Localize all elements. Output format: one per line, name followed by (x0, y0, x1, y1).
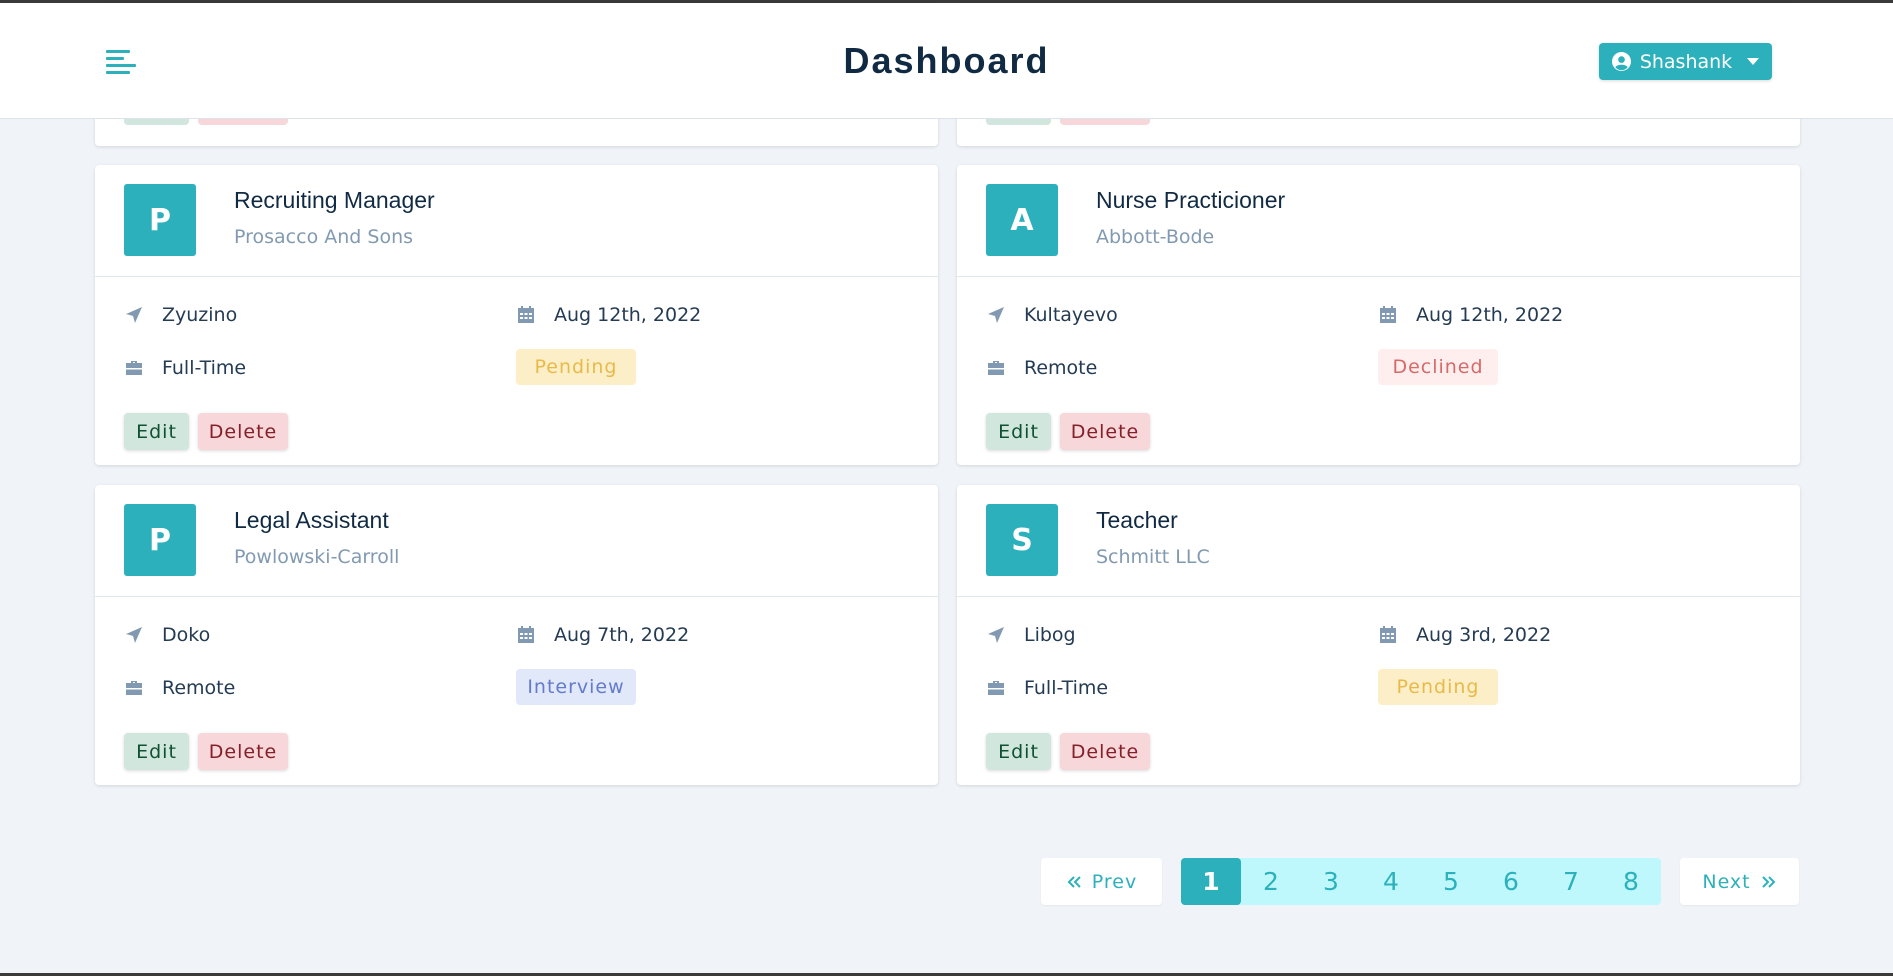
job-type: Full-Time (986, 677, 1108, 699)
briefcase-icon (988, 361, 1004, 375)
double-chevron-left-icon (1067, 875, 1081, 888)
page-button-8[interactable]: 8 (1601, 858, 1661, 905)
location-arrow-icon (988, 307, 1004, 323)
job-date-text: Aug 7th, 2022 (554, 624, 690, 646)
company-logo: S (986, 504, 1058, 576)
location-arrow-icon (126, 307, 142, 323)
job-company: Schmitt LLC (1096, 546, 1210, 568)
job-position: Nurse Practicioner (1096, 187, 1286, 213)
menu-icon (106, 50, 136, 74)
location-arrow-icon (988, 627, 1004, 643)
job-type-text: Remote (1024, 357, 1098, 379)
job-company: Abbott-Bode (1096, 226, 1215, 248)
job-card-header: A Nurse Practicioner Abbott-Bode (957, 165, 1800, 277)
company-logo: P (124, 504, 196, 576)
job-date-text: Aug 12th, 2022 (554, 304, 702, 326)
job-date: Aug 7th, 2022 (516, 624, 689, 646)
status-badge: Pending (1378, 669, 1498, 705)
job-card-header: P Legal Assistant Powlowski-Carroll (95, 485, 938, 597)
job-date: Aug 12th, 2022 (1378, 304, 1563, 326)
job-location: Kultayevo (986, 304, 1118, 326)
job-card-body: Libog Aug 3rd, 2022 Full-Time Pending Ed… (957, 597, 1800, 785)
page-button-7[interactable]: 7 (1541, 858, 1601, 905)
job-card-header: S Teacher Schmitt LLC (957, 485, 1800, 597)
sidebar-toggle-button[interactable] (106, 47, 138, 79)
job-type-text: Full-Time (162, 357, 247, 379)
job-location: Zyuzino (124, 304, 237, 326)
calendar-icon (518, 626, 534, 643)
delete-button[interactable]: Delete (198, 733, 288, 770)
company-logo: P (124, 184, 196, 256)
user-menu-button[interactable]: Shashank (1599, 43, 1772, 80)
calendar-icon (518, 306, 534, 323)
job-card-header: P Recruiting Manager Prosacco And Sons (95, 165, 938, 277)
user-name: Shashank (1639, 50, 1733, 73)
briefcase-icon (126, 681, 142, 695)
job-type: Remote (986, 357, 1097, 379)
job-location: Libog (986, 624, 1076, 646)
job-type: Remote (124, 677, 235, 699)
briefcase-icon (126, 361, 142, 375)
briefcase-icon (988, 681, 1004, 695)
job-location-text: Kultayevo (1024, 304, 1118, 326)
job-company: Powlowski-Carroll (234, 546, 400, 568)
job-position: Teacher (1096, 507, 1178, 533)
job-card: S Teacher Schmitt LLC Libog Aug 3rd, 202… (957, 485, 1800, 785)
job-location-text: Libog (1024, 624, 1076, 646)
delete-button[interactable]: Delete (1060, 413, 1150, 450)
job-type-text: Full-Time (1024, 677, 1109, 699)
edit-button[interactable]: Edit (124, 413, 189, 450)
caret-down-icon (1747, 58, 1760, 65)
page-button-4[interactable]: 4 (1361, 858, 1421, 905)
job-date: Aug 12th, 2022 (516, 304, 701, 326)
job-card: P Recruiting Manager Prosacco And Sons Z… (95, 165, 938, 465)
next-page-button[interactable]: Next (1680, 858, 1799, 905)
job-card-body: Zyuzino Aug 12th, 2022 Full-Time Pending… (95, 277, 938, 465)
page-number-group: 1 2 3 4 5 6 7 8 (1181, 858, 1661, 905)
job-date-text: Aug 12th, 2022 (1416, 304, 1564, 326)
job-company: Prosacco And Sons (234, 226, 414, 248)
job-date-text: Aug 3rd, 2022 (1416, 624, 1552, 646)
page-button-5[interactable]: 5 (1421, 858, 1481, 905)
double-chevron-right-icon (1761, 875, 1776, 888)
edit-button[interactable]: Edit (986, 413, 1051, 450)
delete-button[interactable]: Delete (198, 413, 288, 450)
page-button-1[interactable]: 1 (1181, 858, 1241, 905)
job-location: Doko (124, 624, 210, 646)
job-card: P Legal Assistant Powlowski-Carroll Doko… (95, 485, 938, 785)
status-badge: Pending (516, 349, 636, 385)
navbar: Dashboard Shashank (0, 3, 1893, 119)
status-badge: Declined (1378, 349, 1498, 385)
prev-page-label: Prev (1091, 870, 1138, 893)
job-date: Aug 3rd, 2022 (1378, 624, 1551, 646)
edit-button[interactable]: Edit (124, 733, 189, 770)
job-type: Full-Time (124, 357, 246, 379)
calendar-icon (1380, 306, 1396, 323)
page-button-3[interactable]: 3 (1301, 858, 1361, 905)
company-logo: A (986, 184, 1058, 256)
job-card-body: Doko Aug 7th, 2022 Remote Interview Edit… (95, 597, 938, 785)
user-circle-icon (1611, 52, 1631, 71)
delete-button[interactable]: Delete (1060, 733, 1150, 770)
page-button-2[interactable]: 2 (1241, 858, 1301, 905)
job-location-text: Zyuzino (162, 304, 238, 326)
job-type-text: Remote (162, 677, 236, 699)
next-page-label: Next (1702, 870, 1751, 893)
location-arrow-icon (126, 627, 142, 643)
calendar-icon (1380, 626, 1396, 643)
job-position: Legal Assistant (234, 507, 389, 533)
job-location-text: Doko (162, 624, 211, 646)
page-title: Dashboard (843, 39, 1050, 81)
prev-page-button[interactable]: Prev (1041, 858, 1162, 905)
job-card: A Nurse Practicioner Abbott-Bode Kultaye… (957, 165, 1800, 465)
job-position: Recruiting Manager (234, 187, 435, 213)
edit-button[interactable]: Edit (986, 733, 1051, 770)
page-button-6[interactable]: 6 (1481, 858, 1541, 905)
job-card-body: Kultayevo Aug 12th, 2022 Remote Declined… (957, 277, 1800, 465)
status-badge: Interview (516, 669, 636, 705)
